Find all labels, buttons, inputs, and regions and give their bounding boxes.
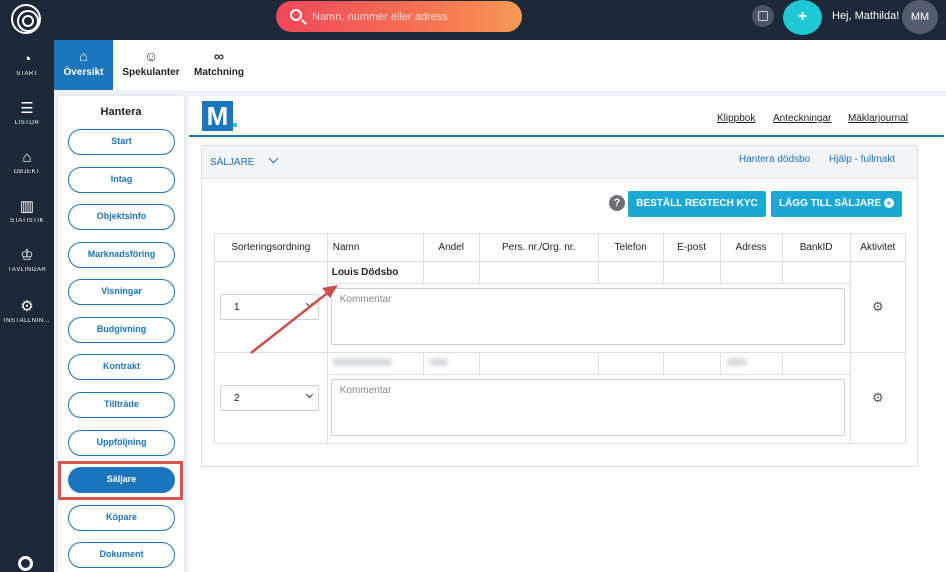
blurred-name xyxy=(326,352,424,375)
saljare-card: SÄLJARE Hantera dödsbo Hjälp - fullmakt … xyxy=(201,145,918,467)
hantera-item-objektsinfo[interactable]: Objektsinfo xyxy=(68,204,175,230)
sort-order-select[interactable]: 2 xyxy=(215,385,327,411)
chevron-down-icon[interactable] xyxy=(268,153,279,164)
bar-chart-icon: ▥ xyxy=(19,198,35,215)
col-header: Andel xyxy=(422,233,480,262)
col-header: Sorteringsordning xyxy=(214,233,328,262)
trophy-icon: ♔ xyxy=(20,247,34,264)
card-title[interactable]: SÄLJARE xyxy=(210,157,254,168)
hantera-item-tilltrade[interactable]: Tillträde xyxy=(68,392,175,418)
calendar-icon[interactable] xyxy=(752,5,774,27)
hantera-item-start[interactable]: Start xyxy=(68,129,175,155)
left-nav: ◔ START ☰ LISTOR ⌂ OBJEKT ▥ STATISTIK ♔ … xyxy=(0,40,54,572)
gauge-icon: ◔ xyxy=(22,51,32,68)
nav-item-statistik[interactable]: ▥ STATISTIK xyxy=(0,198,54,225)
col-header: Aktivitet xyxy=(849,233,907,262)
link-anteckningar[interactable]: Anteckningar xyxy=(773,113,831,124)
search-bar[interactable] xyxy=(276,1,522,32)
hantera-item-budgivning[interactable]: Budgivning xyxy=(68,317,175,343)
order-cell: 2 xyxy=(214,352,328,444)
gear-icon: ⚙ xyxy=(20,298,34,315)
nav-item-listor[interactable]: ☰ LISTOR xyxy=(0,100,54,127)
hantera-item-uppfoljning[interactable]: Uppföljning xyxy=(68,430,175,456)
avatar[interactable]: MM xyxy=(902,0,938,34)
col-header: Telefon xyxy=(597,233,664,262)
table-row: 1 Louis Dödsbo ⚙ xyxy=(214,261,907,353)
link-hantera-dodsbo[interactable]: Hantera dödsbo xyxy=(739,154,810,165)
hantera-item-marknadsforing[interactable]: Marknadsföring xyxy=(68,242,175,268)
nav-item-start[interactable]: ◔ START xyxy=(0,51,54,78)
table-row: 2 ⚙ xyxy=(214,352,907,444)
col-header: Adress xyxy=(719,233,783,262)
add-button[interactable]: + xyxy=(783,0,822,35)
sort-order-select[interactable]: 1 xyxy=(215,294,327,320)
gear-icon[interactable]: ⚙ xyxy=(849,261,907,353)
highlight-box xyxy=(58,461,183,500)
tab-oversikt[interactable]: ⌂ Översikt xyxy=(54,40,113,90)
order-kyc-button[interactable]: BESTÄLL REGTECH KYC xyxy=(628,191,766,217)
order-cell: 1 xyxy=(214,261,328,353)
brand-logo: M xyxy=(202,101,233,131)
seller-name[interactable]: Louis Dödsbo xyxy=(326,261,424,284)
comment-field[interactable] xyxy=(330,379,845,436)
house-icon: ⌂ xyxy=(22,149,32,166)
card-header: SÄLJARE Hantera dödsbo Hjälp - fullmakt xyxy=(202,146,917,179)
object-tabs: ⌂ Översikt ☺ Spekulanter ∞ Matchning xyxy=(54,40,946,90)
col-header: BankID xyxy=(781,233,851,262)
hantera-item-intag[interactable]: Intag xyxy=(68,167,175,193)
hantera-item-kopare[interactable]: Köpare xyxy=(68,505,175,531)
link-klippbok[interactable]: Klippbok xyxy=(717,113,755,124)
hantera-item-visningar[interactable]: Visningar xyxy=(68,279,175,305)
hantera-sidebar: Hantera Start Intag Objektsinfo Marknads… xyxy=(58,96,184,572)
search-input[interactable] xyxy=(312,7,512,26)
support-icon[interactable] xyxy=(18,556,33,571)
list-icon: ☰ xyxy=(20,100,34,117)
search-icon xyxy=(290,9,302,21)
hantera-item-dokument[interactable]: Dokument xyxy=(68,542,175,568)
link-hjalp-fullmakt[interactable]: Hjälp - fullmakt xyxy=(829,154,895,165)
hantera-title: Hantera xyxy=(100,106,142,118)
col-header: Pers. nr./Org. nr. xyxy=(478,233,599,262)
comment-field[interactable] xyxy=(330,288,845,345)
add-saljare-button[interactable]: LÄGG TILL SÄLJARE + xyxy=(771,191,902,217)
link-icon: ∞ xyxy=(214,48,224,64)
gear-icon[interactable]: ⚙ xyxy=(849,352,907,444)
saljare-table: Sorteringsordning Namn Andel Pers. nr./O… xyxy=(214,233,907,444)
brand-logo-dot xyxy=(233,123,237,127)
house-icon: ⌂ xyxy=(79,48,88,64)
col-header: Namn xyxy=(326,233,424,262)
plus-circle-icon: + xyxy=(884,198,895,209)
app-logo-icon[interactable] xyxy=(11,4,41,34)
user-greeting[interactable]: Hej, Mathilda! xyxy=(832,10,899,22)
col-header: E-post xyxy=(662,233,721,262)
users-icon: ☺ xyxy=(143,48,159,64)
link-maklarjournal[interactable]: Mäklarjournal xyxy=(848,113,908,124)
help-icon[interactable]: ? xyxy=(609,195,625,211)
blurred-address xyxy=(719,352,783,375)
top-bar: + Hej, Mathilda! MM xyxy=(0,0,946,40)
blurred-share xyxy=(422,352,480,375)
nav-item-tavlingar[interactable]: ♔ TÄVLINGAR xyxy=(0,247,54,274)
nav-item-objekt[interactable]: ⌂ OBJEKT xyxy=(0,149,54,176)
tab-matchning[interactable]: ∞ Matchning xyxy=(190,40,248,90)
divider xyxy=(189,135,944,137)
tab-spekulanter[interactable]: ☺ Spekulanter xyxy=(118,40,184,90)
hantera-item-kontrakt[interactable]: Kontrakt xyxy=(68,354,175,380)
main-panel: M Klippbok Anteckningar Mäklarjournal SÄ… xyxy=(189,96,946,572)
nav-item-installningar[interactable]: ⚙ INSTÄLLNIN... xyxy=(0,298,54,325)
